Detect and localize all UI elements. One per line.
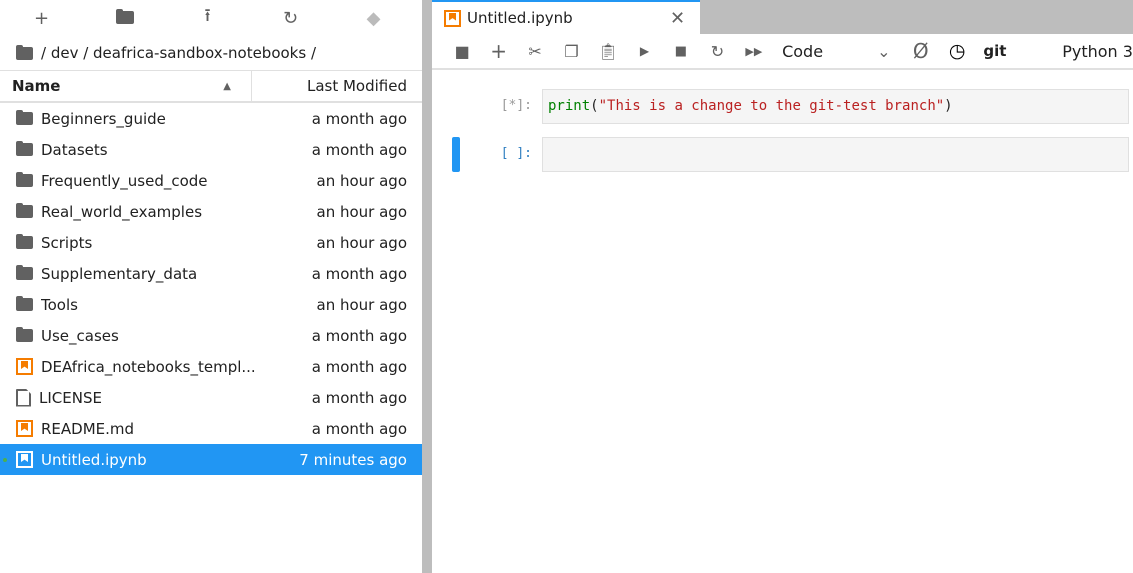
file-name: LICENSE xyxy=(39,388,102,407)
notebook-icon xyxy=(444,9,461,27)
upload-icon[interactable]: ⭱ xyxy=(166,3,249,33)
file-list-item[interactable]: Tools an hour ago xyxy=(0,289,422,320)
file-modified: a month ago xyxy=(311,326,407,345)
file-name: Real_world_examples xyxy=(41,202,203,221)
folder-icon xyxy=(16,110,33,125)
tab-untitled-notebook[interactable]: Untitled.ipynb ✕ xyxy=(432,0,700,34)
run-icon[interactable]: ▶ xyxy=(626,44,662,58)
file-list-item[interactable]: Scripts an hour ago xyxy=(0,227,422,258)
notebook-icon xyxy=(16,420,33,437)
restart-run-all-icon[interactable]: ▶▶ xyxy=(736,45,772,58)
file-list-item[interactable]: Real_world_examples an hour ago xyxy=(0,196,422,227)
file-browser-toolbar: + ⭱ ↻ ◆ xyxy=(0,0,422,36)
folder-icon xyxy=(16,265,33,280)
file-modified: a month ago xyxy=(311,388,407,407)
file-name: Untitled.ipynb xyxy=(41,450,147,469)
modified-column-header[interactable]: Last Modified xyxy=(252,77,422,95)
file-name: Datasets xyxy=(41,140,108,159)
notebook-toolbar: ■ + ✂ ❐ 📋︎ ▶ ■ ↻ ▶▶ Code ⌄ Ø ◷ git Python… xyxy=(432,34,1133,70)
clock-icon[interactable]: ◷ xyxy=(939,40,975,62)
file-name: Beginners_guide xyxy=(41,109,166,128)
insert-cell-icon[interactable]: + xyxy=(480,39,516,63)
breadcrumb: / dev / deafrica-sandbox-notebooks / xyxy=(0,36,422,70)
file-modified: an hour ago xyxy=(316,171,407,190)
file-list-item[interactable]: Frequently_used_code an hour ago xyxy=(0,165,422,196)
file-list-header: Name ▲ Last Modified xyxy=(0,70,422,103)
chevron-down-icon: ⌄ xyxy=(877,41,891,61)
file-list-item[interactable]: LICENSE a month ago xyxy=(0,382,422,413)
cell-prompt: [*]: xyxy=(500,98,532,113)
tab-bar: Untitled.ipynb ✕ xyxy=(432,0,1133,34)
file-list-item[interactable]: Beginners_guide a month ago xyxy=(0,103,422,134)
file-list-item[interactable]: DEAfrica_notebooks_templ... a month ago xyxy=(0,351,422,382)
folder-icon xyxy=(16,172,33,187)
notebook-icon xyxy=(16,358,33,375)
copy-icon[interactable]: ❐ xyxy=(553,42,589,61)
file-list-item[interactable]: Datasets a month ago xyxy=(0,134,422,165)
git-clone-icon[interactable]: ◆ xyxy=(332,8,415,29)
file-modified: a month ago xyxy=(311,140,407,159)
file-modified: an hour ago xyxy=(316,295,407,314)
cell-prompt: [ ]: xyxy=(500,146,532,161)
file-list-item[interactable]: Untitled.ipynb 7 minutes ago xyxy=(0,444,422,475)
file-name: Tools xyxy=(41,295,78,314)
cell-type-select[interactable]: Code ⌄ xyxy=(782,42,890,61)
folder-icon xyxy=(16,203,33,218)
new-folder-icon[interactable] xyxy=(83,8,166,29)
file-modified: a month ago xyxy=(311,357,407,376)
file-modified: a month ago xyxy=(311,109,407,128)
file-modified: a month ago xyxy=(311,264,407,283)
file-name: README.md xyxy=(41,419,135,438)
file-name: Use_cases xyxy=(41,326,119,345)
file-name: Scripts xyxy=(41,233,93,252)
code-cell[interactable]: print("This is a change to the git-test … xyxy=(542,89,1129,124)
running-indicator xyxy=(3,458,7,462)
folder-icon xyxy=(16,234,33,249)
folder-icon xyxy=(16,296,33,311)
file-name: Supplementary_data xyxy=(41,264,198,283)
breadcrumb-path[interactable]: / dev / deafrica-sandbox-notebooks / xyxy=(41,44,316,62)
folder-icon[interactable] xyxy=(16,44,33,60)
folder-icon xyxy=(16,327,33,342)
file-list-item[interactable]: Use_cases a month ago xyxy=(0,320,422,351)
file-modified: an hour ago xyxy=(316,233,407,252)
paste-icon[interactable]: 📋︎ xyxy=(590,42,626,61)
notebook-panel: Untitled.ipynb ✕ ■ + ✂ ❐ 📋︎ ▶ ■ ↻ ▶▶ Cod… xyxy=(432,0,1133,573)
file-name: Frequently_used_code xyxy=(41,171,208,190)
file-modified: an hour ago xyxy=(316,202,407,221)
stop-icon[interactable]: ■ xyxy=(663,44,699,59)
file-name: DEAfrica_notebooks_templ... xyxy=(41,357,256,376)
file-modified: a month ago xyxy=(311,419,407,438)
panel-splitter[interactable] xyxy=(422,0,432,573)
close-icon[interactable]: ✕ xyxy=(670,8,700,29)
restart-icon[interactable]: ↻ xyxy=(699,42,735,61)
launch-classic-icon[interactable]: Ø xyxy=(902,39,938,63)
file-browser: + ⭱ ↻ ◆ / dev / deafrica-sandbox-noteboo… xyxy=(0,0,422,573)
save-icon[interactable]: ■ xyxy=(444,42,480,61)
cut-icon[interactable]: ✂ xyxy=(517,42,553,61)
refresh-icon[interactable]: ↻ xyxy=(249,8,332,29)
folder-icon xyxy=(16,141,33,156)
file-modified: 7 minutes ago xyxy=(299,450,407,469)
code-cell-empty[interactable] xyxy=(542,137,1129,172)
file-list: Beginners_guide a month ago Datasets a mont… xyxy=(0,103,422,475)
file-list-item[interactable]: README.md a month ago xyxy=(0,413,422,444)
git-button[interactable]: git xyxy=(983,42,1062,60)
new-launcher-icon[interactable]: + xyxy=(0,8,83,29)
notebook-icon xyxy=(16,451,33,468)
name-column-header[interactable]: Name ▲ xyxy=(0,71,252,101)
file-list-item[interactable]: Supplementary_data a month ago xyxy=(0,258,422,289)
kernel-name[interactable]: Python 3 xyxy=(1062,42,1133,61)
file-icon xyxy=(16,388,31,407)
sort-ascending-icon: ▲ xyxy=(223,80,231,92)
